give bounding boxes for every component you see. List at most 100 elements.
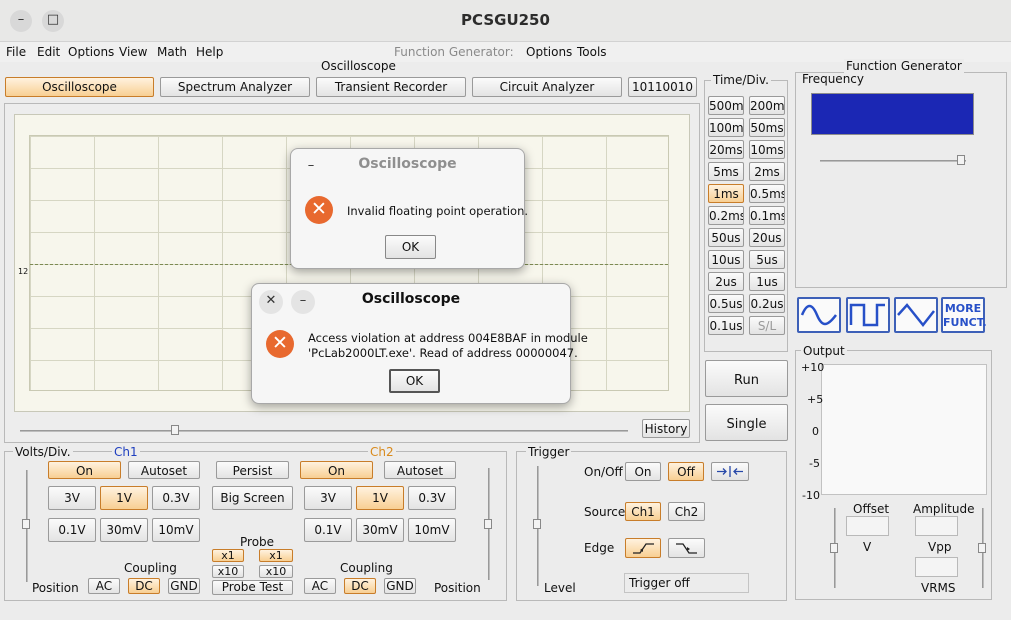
sine-wave-button[interactable] bbox=[797, 297, 841, 333]
more-functions-line1: MORE bbox=[944, 302, 982, 315]
offset-field[interactable] bbox=[846, 516, 889, 536]
trigger-level-knob[interactable] bbox=[533, 519, 541, 529]
ch2-probe-x10[interactable]: x10 bbox=[259, 565, 293, 578]
trigger-on-button[interactable]: On bbox=[625, 462, 661, 481]
trigger-off-button[interactable]: Off bbox=[668, 462, 704, 481]
ch1-probe-x10[interactable]: x10 bbox=[212, 565, 244, 578]
timediv-20ms[interactable]: 20ms bbox=[708, 140, 744, 159]
timediv-10ms[interactable]: 10ms bbox=[749, 140, 785, 159]
timediv-500ms[interactable]: 500ms bbox=[708, 96, 744, 115]
menu-fg-tools[interactable]: Tools bbox=[577, 45, 607, 59]
triangle-wave-button[interactable] bbox=[894, 297, 938, 333]
timediv-100ms[interactable]: 100ms bbox=[708, 118, 744, 137]
ch1-autoset-button[interactable]: Autoset bbox=[128, 461, 200, 479]
menu-view[interactable]: View bbox=[119, 45, 147, 59]
ch2-gnd-button[interactable]: GND bbox=[384, 578, 416, 594]
amplitude-knob[interactable] bbox=[978, 543, 986, 553]
timediv-2ms[interactable]: 2ms bbox=[749, 162, 785, 181]
menu-fg-options[interactable]: Options bbox=[526, 45, 572, 59]
ch2-ac-button[interactable]: AC bbox=[304, 578, 336, 594]
persist-button[interactable]: Persist bbox=[216, 461, 289, 479]
timediv-10us[interactable]: 10us bbox=[708, 250, 744, 269]
timediv-1ms[interactable]: 1ms bbox=[708, 184, 744, 203]
ch1-range-3V[interactable]: 3V bbox=[48, 486, 96, 510]
timediv-20us[interactable]: 20us bbox=[749, 228, 785, 247]
tab-circuit-analyzer[interactable]: Circuit Analyzer bbox=[472, 77, 622, 97]
ch2-position-knob[interactable] bbox=[484, 519, 492, 529]
square-wave-button[interactable] bbox=[846, 297, 890, 333]
timediv-0.5us[interactable]: 0.5us bbox=[708, 294, 744, 313]
history-button[interactable]: History bbox=[642, 419, 690, 438]
ch2-range-30mV[interactable]: 30mV bbox=[356, 518, 404, 542]
ch1-range-0.3V[interactable]: 0.3V bbox=[152, 486, 200, 510]
ch1-dc-button[interactable]: DC bbox=[128, 578, 160, 594]
sine-wave-icon bbox=[800, 304, 837, 326]
timediv-2us[interactable]: 2us bbox=[708, 272, 744, 291]
amplitude-vpp-field[interactable] bbox=[915, 516, 958, 536]
ch2-autoset-button[interactable]: Autoset bbox=[384, 461, 456, 479]
timediv-50ms[interactable]: 50ms bbox=[749, 118, 785, 137]
trigger-center-button[interactable] bbox=[711, 462, 749, 481]
output-scale-minus5: -5 bbox=[809, 457, 820, 470]
probe-test-button[interactable]: Probe Test bbox=[212, 580, 293, 595]
single-button[interactable]: Single bbox=[705, 404, 788, 441]
ch1-ac-button[interactable]: AC bbox=[88, 578, 120, 594]
tab-transient-recorder[interactable]: Transient Recorder bbox=[316, 77, 466, 97]
tab-spectrum-analyzer[interactable]: Spectrum Analyzer bbox=[160, 77, 310, 97]
timediv-200ms[interactable]: 200ms bbox=[749, 96, 785, 115]
ch1-range-30mV[interactable]: 30mV bbox=[100, 518, 148, 542]
ch1-range-1V[interactable]: 1V bbox=[100, 486, 148, 510]
ch2-range-10mV[interactable]: 10mV bbox=[408, 518, 456, 542]
timediv-0.1ms[interactable]: 0.1ms bbox=[749, 206, 785, 225]
tab-binary[interactable]: 10110010 bbox=[628, 77, 697, 97]
time-position-knob[interactable] bbox=[171, 425, 179, 435]
trigger-source-ch2[interactable]: Ch2 bbox=[668, 502, 705, 521]
ch2-range-0.3V[interactable]: 0.3V bbox=[408, 486, 456, 510]
timediv-5ms[interactable]: 5ms bbox=[708, 162, 744, 181]
dialog2-ok-button[interactable]: OK bbox=[389, 369, 440, 393]
run-button[interactable]: Run bbox=[705, 360, 788, 397]
menu-options[interactable]: Options bbox=[68, 45, 114, 59]
ch1-position-knob[interactable] bbox=[22, 519, 30, 529]
ch2-range-1V[interactable]: 1V bbox=[356, 486, 404, 510]
trigger-edge-label: Edge bbox=[584, 541, 615, 555]
timediv-0.5ms[interactable]: 0.5ms bbox=[749, 184, 785, 203]
timediv-0.2ms[interactable]: 0.2ms bbox=[708, 206, 744, 225]
frequency-label: Frequency bbox=[802, 72, 864, 86]
ch2-range-3V[interactable]: 3V bbox=[304, 486, 352, 510]
menu-file[interactable]: File bbox=[6, 45, 26, 59]
menu-help[interactable]: Help bbox=[196, 45, 223, 59]
ch1-on-button[interactable]: On bbox=[48, 461, 121, 479]
amplitude-vrms-field[interactable] bbox=[915, 557, 958, 577]
menu-edit[interactable]: Edit bbox=[37, 45, 60, 59]
trigger-source-ch1[interactable]: Ch1 bbox=[625, 502, 661, 521]
timediv-5us[interactable]: 5us bbox=[749, 250, 785, 269]
rising-edge-icon bbox=[633, 543, 654, 554]
level-marker: 12 bbox=[18, 267, 29, 276]
big-screen-button[interactable]: Big Screen bbox=[212, 486, 293, 510]
offset-knob[interactable] bbox=[830, 543, 838, 553]
trigger-falling-edge-button[interactable] bbox=[668, 538, 705, 558]
timediv-0.2us[interactable]: 0.2us bbox=[749, 294, 785, 313]
timediv-1us[interactable]: 1us bbox=[749, 272, 785, 291]
timediv-S-L[interactable]: S/L bbox=[749, 316, 785, 335]
dialog1-ok-button[interactable]: OK bbox=[385, 235, 436, 259]
ch1-range-10mV[interactable]: 10mV bbox=[152, 518, 200, 542]
ch1-gnd-button[interactable]: GND bbox=[168, 578, 200, 594]
ch2-on-button[interactable]: On bbox=[300, 461, 373, 479]
ch1-coupling-label: Coupling bbox=[124, 561, 177, 575]
more-functions-button[interactable]: MORE FUNCT. bbox=[941, 297, 987, 333]
ch1-range-0.1V[interactable]: 0.1V bbox=[48, 518, 96, 542]
frequency-slider[interactable] bbox=[820, 160, 966, 162]
ch2-dc-button[interactable]: DC bbox=[344, 578, 376, 594]
menu-math[interactable]: Math bbox=[157, 45, 187, 59]
ch2-probe-x1[interactable]: x1 bbox=[259, 549, 293, 562]
ch1-probe-x1[interactable]: x1 bbox=[212, 549, 244, 562]
timediv-50us[interactable]: 50us bbox=[708, 228, 744, 247]
tab-oscilloscope[interactable]: Oscilloscope bbox=[5, 77, 154, 97]
ch2-range-0.1V[interactable]: 0.1V bbox=[304, 518, 352, 542]
time-position-slider[interactable] bbox=[20, 430, 628, 432]
trigger-rising-edge-button[interactable] bbox=[625, 538, 661, 558]
timediv-0.1us[interactable]: 0.1us bbox=[708, 316, 744, 335]
frequency-knob[interactable] bbox=[957, 155, 965, 165]
